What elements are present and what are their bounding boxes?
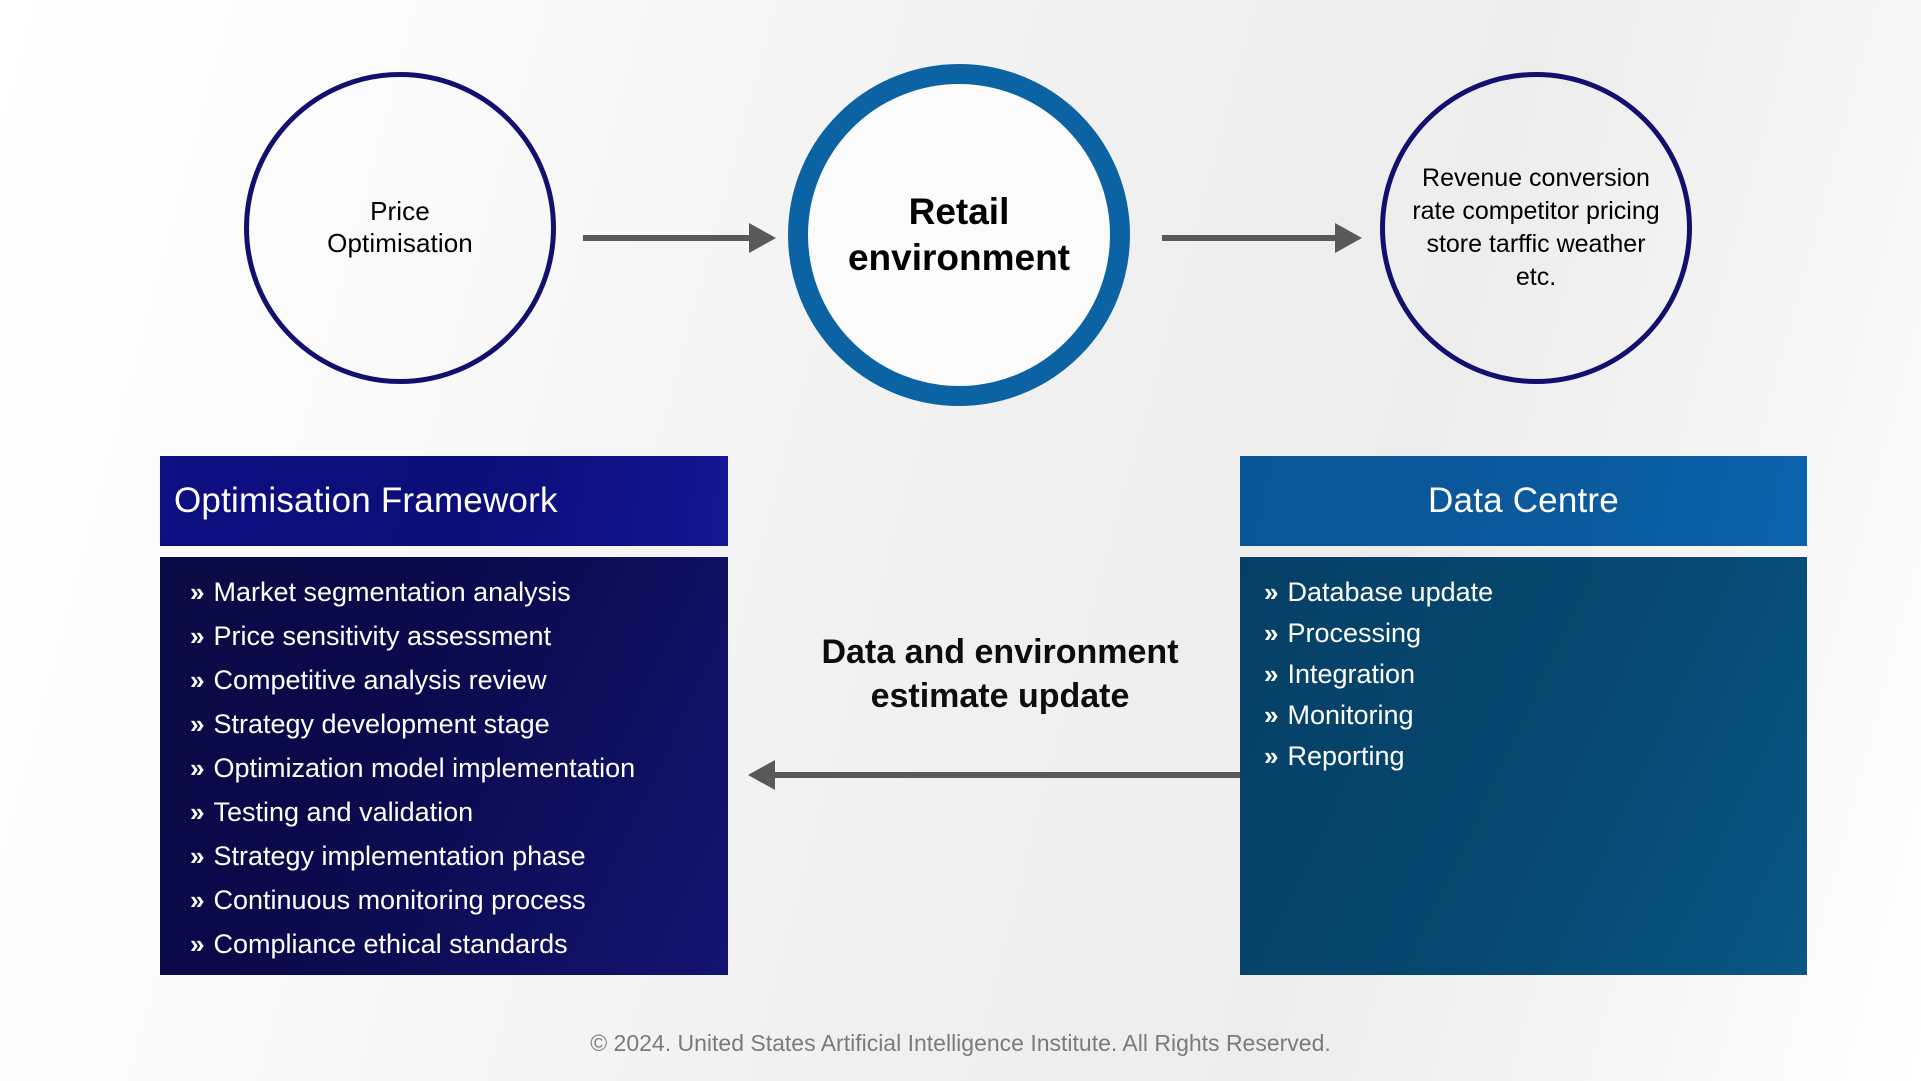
bullet-chevron-icon: » [190, 797, 205, 827]
list-item: » Integration [1264, 661, 1807, 688]
bullet-chevron-icon: » [190, 577, 205, 607]
bullet-chevron-icon: » [190, 841, 205, 871]
list-item-label: Strategy development stage [213, 709, 550, 739]
list-item: » Database update [1264, 579, 1807, 606]
arrow-shaft [1162, 235, 1336, 241]
arrow-left-icon-datacentre-to-framework [748, 760, 1256, 790]
list-item: » Continuous monitoring process [190, 887, 728, 914]
data-centre-list: » Database update » Processing » Integratio… [1264, 579, 1807, 770]
arrow-head [1335, 223, 1362, 253]
circle-revenue-factors-label: Revenue conversion rate competitor prici… [1412, 163, 1660, 292]
bullet-chevron-icon: » [1264, 618, 1279, 648]
arrow-shaft [774, 772, 1256, 778]
circle-retail-environment: Retail environment [788, 64, 1130, 406]
arrow-head [749, 223, 776, 253]
panel-data-centre-title: Data Centre [1240, 456, 1807, 546]
circle-revenue-factors: Revenue conversion rate competitor prici… [1380, 72, 1692, 384]
arrow-right-icon-price-to-retail [583, 223, 776, 253]
list-item-label: Reporting [1287, 741, 1405, 771]
arrow-shaft [583, 235, 750, 241]
circle-price-optimisation: Price Optimisation [244, 72, 556, 384]
circle-retail-environment-label: Retail environment [847, 190, 1071, 278]
flow-label-data-environment-update: Data and environment estimate update [821, 633, 1179, 716]
list-item: » Strategy development stage [190, 711, 728, 738]
list-item: » Competitive analysis review [190, 667, 728, 694]
list-item-label: Continuous monitoring process [213, 885, 586, 915]
bullet-chevron-icon: » [1264, 700, 1279, 730]
list-item: » Compliance ethical standards [190, 931, 728, 958]
circle-price-optimisation-label: Price Optimisation [327, 196, 473, 258]
list-item-label: Optimization model implementation [213, 753, 636, 783]
bullet-chevron-icon: » [190, 621, 205, 651]
arrow-head [748, 760, 775, 790]
bullet-chevron-icon: » [1264, 577, 1279, 607]
list-item: » Market segmentation analysis [190, 579, 728, 606]
list-item-label: Integration [1287, 659, 1416, 689]
list-item: » Processing [1264, 620, 1807, 647]
footer-copyright: © 2024. United States Artificial Intelli… [590, 1030, 1331, 1056]
list-item-label: Monitoring [1287, 700, 1414, 730]
bullet-chevron-icon: » [190, 709, 205, 739]
bullet-chevron-icon: » [1264, 659, 1279, 689]
bullet-chevron-icon: » [190, 665, 205, 695]
bullet-chevron-icon: » [190, 753, 205, 783]
panel-data-centre: Data Centre » Database update » Processing… [1240, 456, 1807, 975]
panel-data-centre-body: » Database update » Processing » Integratio… [1240, 557, 1807, 975]
list-item-label: Processing [1287, 618, 1422, 648]
list-item: » Strategy implementation phase [190, 843, 728, 870]
panel-optimisation-framework-body: » Market segmentation analysis » Price sen… [160, 557, 728, 975]
list-item: » Monitoring [1264, 702, 1807, 729]
list-item-label: Testing and validation [213, 797, 474, 827]
list-item: » Reporting [1264, 743, 1807, 770]
bullet-chevron-icon: » [1264, 741, 1279, 771]
panel-optimisation-framework: Optimisation Framework » Market segmentat… [160, 456, 728, 975]
arrow-right-icon-retail-to-revenue [1162, 223, 1362, 253]
bullet-chevron-icon: » [190, 929, 205, 959]
panel-optimisation-framework-title: Optimisation Framework [160, 456, 728, 546]
optimisation-framework-list: » Market segmentation analysis » Price sen… [190, 579, 728, 958]
list-item: » Testing and validation [190, 799, 728, 826]
list-item-label: Compliance ethical standards [213, 929, 568, 959]
list-item: » Optimization model implementation [190, 755, 728, 782]
diagram-canvas: Price Optimisation Retail environment Re… [0, 0, 1921, 1081]
bullet-chevron-icon: » [190, 885, 205, 915]
list-item-label: Competitive analysis review [213, 665, 547, 695]
list-item: » Price sensitivity assessment [190, 623, 728, 650]
list-item-label: Database update [1287, 577, 1494, 607]
list-item-label: Market segmentation analysis [213, 577, 571, 607]
list-item-label: Price sensitivity assessment [213, 621, 552, 651]
list-item-label: Strategy implementation phase [213, 841, 586, 871]
